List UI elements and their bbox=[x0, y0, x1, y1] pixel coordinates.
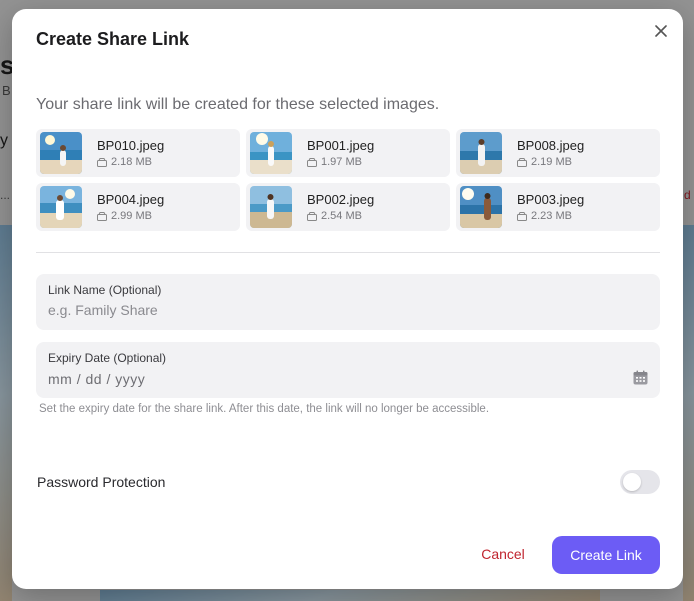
file-name: BP003.jpeg bbox=[517, 192, 585, 207]
drive-icon bbox=[97, 157, 107, 167]
link-name-input[interactable] bbox=[48, 302, 648, 318]
expiry-date-field[interactable]: Expiry Date (Optional) mm / dd / yyyy bbox=[36, 342, 660, 398]
image-thumbnail bbox=[460, 132, 502, 174]
create-share-link-dialog: Create Share Link Your share link will b… bbox=[12, 9, 683, 589]
image-thumbnail bbox=[40, 186, 82, 228]
expiry-date-input[interactable]: mm / dd / yyyy bbox=[48, 371, 648, 387]
link-name-field: Link Name (Optional) bbox=[36, 274, 660, 330]
cancel-button[interactable]: Cancel bbox=[467, 536, 539, 572]
image-thumbnail bbox=[40, 132, 82, 174]
file-name: BP002.jpeg bbox=[307, 192, 375, 207]
password-protection-toggle[interactable] bbox=[620, 470, 660, 494]
file-name: BP010.jpeg bbox=[97, 138, 165, 153]
file-size: 2.99 MB bbox=[111, 210, 152, 222]
drive-icon bbox=[307, 157, 317, 167]
drive-icon bbox=[517, 157, 527, 167]
file-name: BP001.jpeg bbox=[307, 138, 375, 153]
expiry-helper-text: Set the expiry date for the share link. … bbox=[39, 403, 490, 415]
file-size: 1.97 MB bbox=[321, 156, 362, 168]
toggle-knob bbox=[623, 473, 641, 491]
selected-image-card: BP002.jpeg 2.54 MB bbox=[246, 183, 450, 231]
image-thumbnail bbox=[460, 186, 502, 228]
file-size: 2.19 MB bbox=[531, 156, 572, 168]
file-size: 2.23 MB bbox=[531, 210, 572, 222]
calendar-icon[interactable] bbox=[633, 370, 648, 385]
file-name: BP004.jpeg bbox=[97, 192, 165, 207]
divider bbox=[36, 252, 660, 253]
file-name: BP008.jpeg bbox=[517, 138, 585, 153]
selected-image-card: BP008.jpeg 2.19 MB bbox=[456, 129, 660, 177]
expiry-date-label: Expiry Date (Optional) bbox=[48, 351, 167, 365]
file-size: 2.18 MB bbox=[111, 156, 152, 168]
selected-image-card: BP004.jpeg 2.99 MB bbox=[36, 183, 240, 231]
drive-icon bbox=[97, 211, 107, 221]
create-link-button[interactable]: Create Link bbox=[552, 536, 660, 574]
selected-image-card: BP003.jpeg 2.23 MB bbox=[456, 183, 660, 231]
password-protection-label: Password Protection bbox=[37, 474, 166, 490]
drive-icon bbox=[307, 211, 317, 221]
dialog-subtitle: Your share link will be created for thes… bbox=[36, 96, 440, 113]
dialog-title: Create Share Link bbox=[36, 29, 190, 49]
file-size: 2.54 MB bbox=[321, 210, 362, 222]
close-button[interactable] bbox=[651, 21, 671, 41]
close-icon bbox=[655, 25, 667, 37]
selected-images-grid: BP010.jpeg 2.18 MB BP001.jpeg 1.97 MB BP… bbox=[36, 129, 660, 231]
link-name-label: Link Name (Optional) bbox=[48, 283, 162, 297]
selected-image-card: BP010.jpeg 2.18 MB bbox=[36, 129, 240, 177]
drive-icon bbox=[517, 211, 527, 221]
image-thumbnail bbox=[250, 186, 292, 228]
selected-image-card: BP001.jpeg 1.97 MB bbox=[246, 129, 450, 177]
image-thumbnail bbox=[250, 132, 292, 174]
